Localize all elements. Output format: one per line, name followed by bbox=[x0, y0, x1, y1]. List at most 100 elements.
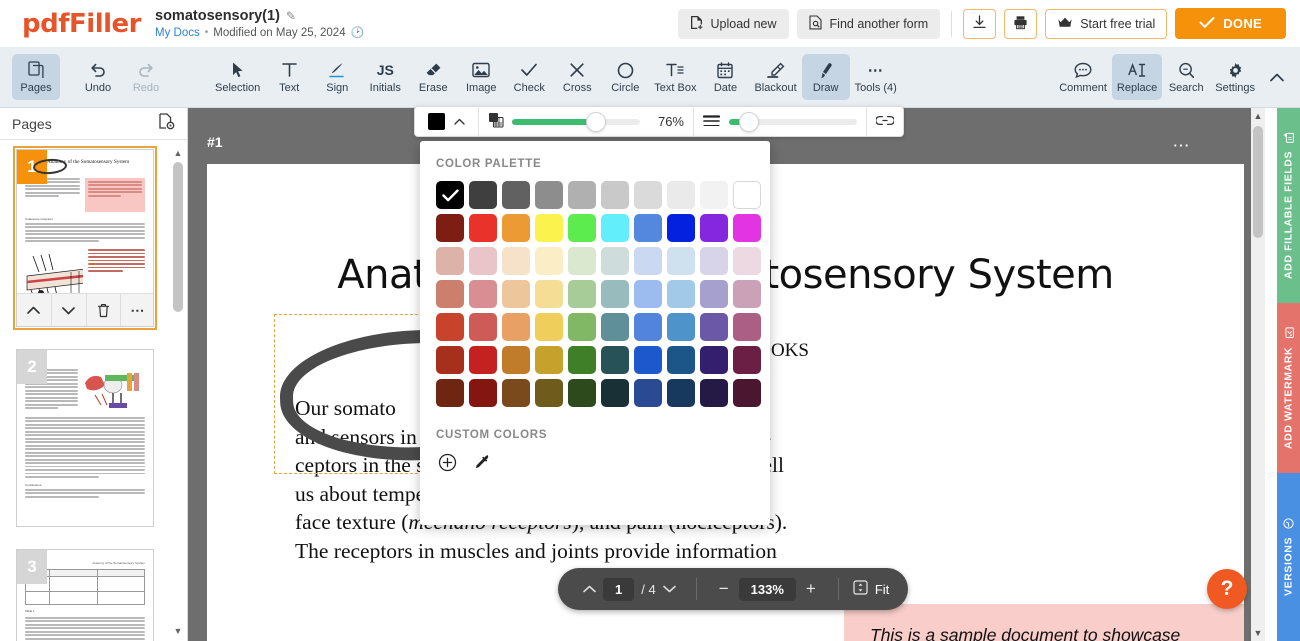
color-swatch[interactable] bbox=[700, 379, 728, 407]
color-swatch[interactable] bbox=[535, 313, 563, 341]
link-icon[interactable] bbox=[875, 114, 895, 129]
download-button[interactable] bbox=[963, 8, 997, 39]
color-swatch[interactable] bbox=[436, 379, 464, 407]
color-swatch[interactable] bbox=[469, 346, 497, 374]
tool-date[interactable]: Date bbox=[701, 54, 749, 100]
color-swatch[interactable] bbox=[601, 346, 629, 374]
color-swatch[interactable] bbox=[601, 181, 629, 209]
plus-circle-icon[interactable] bbox=[438, 453, 457, 477]
color-swatch-button[interactable] bbox=[424, 113, 469, 130]
tool-text[interactable]: Text bbox=[265, 54, 313, 100]
page-thumbnails-list[interactable]: 1 Anatomy of the Somatosensory System Fr… bbox=[0, 141, 170, 641]
color-swatch[interactable] bbox=[667, 313, 695, 341]
color-swatch[interactable] bbox=[502, 313, 530, 341]
color-swatch[interactable] bbox=[436, 214, 464, 242]
color-swatch[interactable] bbox=[535, 379, 563, 407]
color-swatch[interactable] bbox=[634, 214, 662, 242]
tool-blackout[interactable]: Blackout bbox=[749, 54, 801, 100]
color-swatch[interactable] bbox=[436, 313, 464, 341]
thumbnail-item[interactable]: 1 Anatomy of the Somatosensory System Fr… bbox=[13, 146, 157, 330]
caret-down-icon[interactable]: ▼ bbox=[171, 624, 185, 638]
color-swatch[interactable] bbox=[469, 214, 497, 242]
tool-cross[interactable]: Cross bbox=[553, 54, 601, 100]
color-swatch[interactable] bbox=[502, 379, 530, 407]
page-thumbnail-3[interactable]: 3 Anatomy of the Somatosensory System Ta… bbox=[16, 549, 154, 641]
tool-initials[interactable]: JS Initials bbox=[361, 54, 409, 100]
color-swatch[interactable] bbox=[502, 280, 530, 308]
thumbnail-toolbar[interactable]: ⋯ bbox=[17, 293, 153, 326]
help-button[interactable]: ? bbox=[1207, 569, 1247, 609]
tool-tools-more[interactable]: ⋯ Tools (4) bbox=[850, 54, 902, 100]
page-thumbnail-2[interactable]: 2 Conclusions bbox=[16, 349, 154, 527]
color-swatch[interactable] bbox=[535, 181, 563, 209]
page-thumbnail-1[interactable]: 1 Anatomy of the Somatosensory System Fr… bbox=[13, 146, 157, 330]
color-swatch[interactable] bbox=[700, 214, 728, 242]
page-more-button[interactable]: ⋯ bbox=[121, 294, 153, 326]
color-swatch[interactable] bbox=[667, 181, 695, 209]
color-swatch[interactable] bbox=[667, 247, 695, 275]
color-swatch[interactable] bbox=[568, 214, 596, 242]
color-swatch[interactable] bbox=[469, 313, 497, 341]
link-segment[interactable] bbox=[867, 106, 903, 137]
tool-draw[interactable]: Draw bbox=[801, 54, 850, 100]
color-swatch[interactable] bbox=[700, 247, 728, 275]
color-swatch[interactable] bbox=[667, 280, 695, 308]
scrollbar-thumb[interactable] bbox=[1253, 126, 1263, 238]
color-swatch[interactable] bbox=[535, 280, 563, 308]
color-swatch[interactable] bbox=[469, 379, 497, 407]
opacity-slider[interactable] bbox=[512, 111, 640, 132]
color-swatch[interactable] bbox=[568, 313, 596, 341]
color-swatch[interactable] bbox=[535, 247, 563, 275]
start-free-trial-button[interactable]: Start free trial bbox=[1045, 8, 1168, 39]
pages-scrollbar[interactable]: ▲ ▼ bbox=[171, 146, 185, 638]
rail-tab-add-fillable-fields[interactable]: ADD FILLABLE FIELDS bbox=[1277, 108, 1300, 303]
color-swatch[interactable] bbox=[469, 247, 497, 275]
color-swatch[interactable] bbox=[667, 379, 695, 407]
thickness-segment[interactable] bbox=[694, 106, 867, 137]
document-more-menu[interactable]: ⋯ bbox=[1173, 136, 1192, 156]
my-docs-link[interactable]: My Docs bbox=[155, 27, 200, 39]
fit-button[interactable]: Fit bbox=[843, 580, 899, 598]
page-navigation-bar[interactable]: 1 / 4 − 133% + Fit bbox=[558, 568, 909, 610]
thumbnail-item[interactable]: 2 Conclusions bbox=[16, 349, 154, 527]
tool-settings[interactable]: Settings bbox=[1210, 54, 1260, 100]
custom-colors-row[interactable] bbox=[438, 453, 770, 477]
color-swatch[interactable] bbox=[535, 346, 563, 374]
zoom-level-value[interactable]: 133% bbox=[738, 577, 796, 601]
print-button[interactable] bbox=[1004, 8, 1038, 39]
color-swatch[interactable] bbox=[733, 247, 761, 275]
color-swatch[interactable] bbox=[469, 280, 497, 308]
color-swatch[interactable] bbox=[568, 247, 596, 275]
tool-redo[interactable]: Redo bbox=[122, 54, 170, 100]
tool-undo[interactable]: Undo bbox=[74, 54, 122, 100]
scroll-down-icon[interactable]: ▼ bbox=[1251, 625, 1265, 641]
color-swatch[interactable] bbox=[733, 214, 761, 242]
color-swatch[interactable] bbox=[436, 181, 464, 209]
color-swatch[interactable] bbox=[733, 379, 761, 407]
color-swatch[interactable] bbox=[634, 313, 662, 341]
thumbnail-item[interactable]: 3 Anatomy of the Somatosensory System Ta… bbox=[16, 549, 154, 641]
color-swatch[interactable] bbox=[601, 247, 629, 275]
clock-icon[interactable]: 🕑 bbox=[351, 26, 365, 39]
color-swatch[interactable] bbox=[667, 346, 695, 374]
color-swatch[interactable] bbox=[436, 280, 464, 308]
color-swatch[interactable] bbox=[601, 379, 629, 407]
tool-search[interactable]: Search bbox=[1162, 54, 1210, 100]
color-swatch[interactable] bbox=[502, 181, 530, 209]
page-selector[interactable]: 1 / 4 bbox=[567, 575, 692, 603]
color-swatch[interactable] bbox=[700, 346, 728, 374]
current-color-swatch[interactable] bbox=[428, 113, 445, 130]
color-swatch[interactable] bbox=[601, 280, 629, 308]
rail-tab-versions[interactable]: VERSIONS bbox=[1277, 473, 1300, 641]
zoom-out-button[interactable]: − bbox=[709, 579, 739, 599]
color-swatch[interactable] bbox=[535, 214, 563, 242]
color-swatch[interactable] bbox=[469, 181, 497, 209]
pencil-icon[interactable]: ✎ bbox=[286, 9, 296, 23]
zoom-in-button[interactable]: + bbox=[796, 579, 826, 599]
tool-selection[interactable]: Selection bbox=[210, 54, 265, 100]
prev-page-button[interactable] bbox=[575, 575, 603, 603]
color-swatch[interactable] bbox=[601, 313, 629, 341]
color-swatch[interactable] bbox=[568, 280, 596, 308]
tool-check[interactable]: Check bbox=[505, 54, 553, 100]
color-swatch[interactable] bbox=[634, 346, 662, 374]
